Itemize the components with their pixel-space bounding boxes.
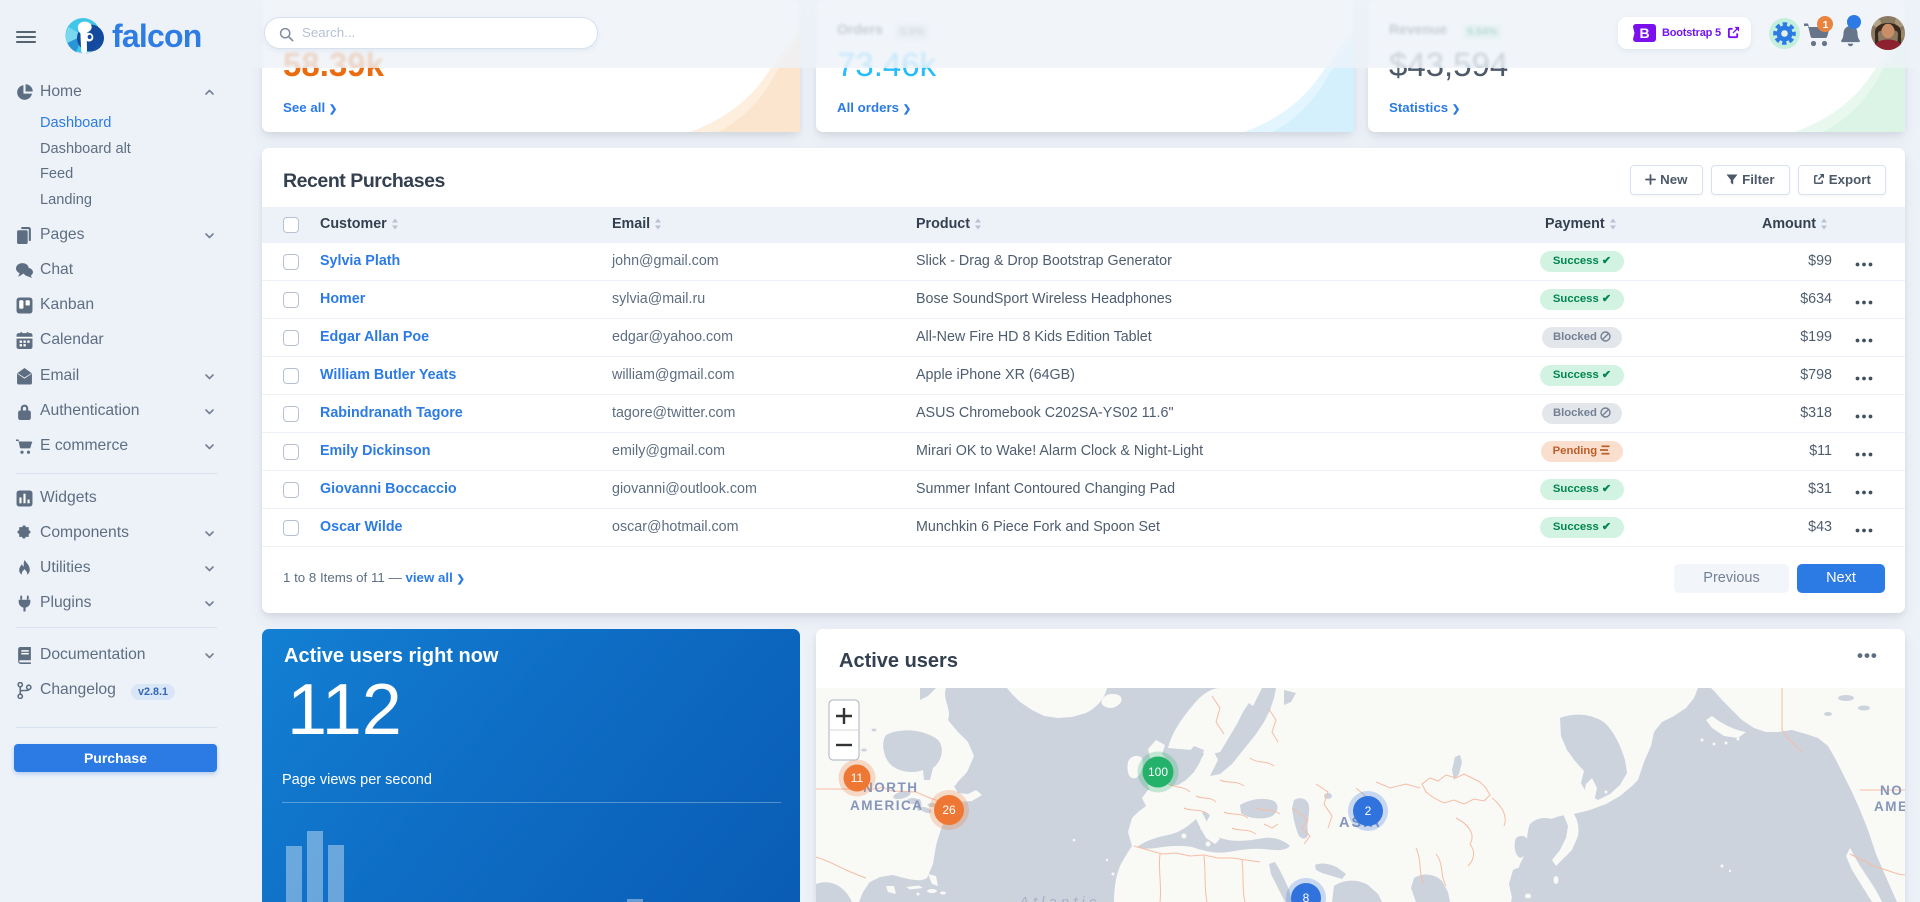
svg-text:1: 1 [1823,19,1829,31]
svg-text:NO: NO [1880,783,1903,798]
svg-text:AMERICA: AMERICA [850,798,924,813]
svg-text:11: 11 [851,771,864,785]
svg-text:AME: AME [1874,799,1905,814]
svg-text:2: 2 [1365,804,1372,818]
svg-text:26: 26 [942,803,956,817]
svg-text:B: B [1640,25,1650,41]
svg-text:Atlantic: Atlantic [1018,894,1100,902]
svg-text:8: 8 [1303,891,1310,902]
svg-text:100: 100 [1148,765,1168,779]
